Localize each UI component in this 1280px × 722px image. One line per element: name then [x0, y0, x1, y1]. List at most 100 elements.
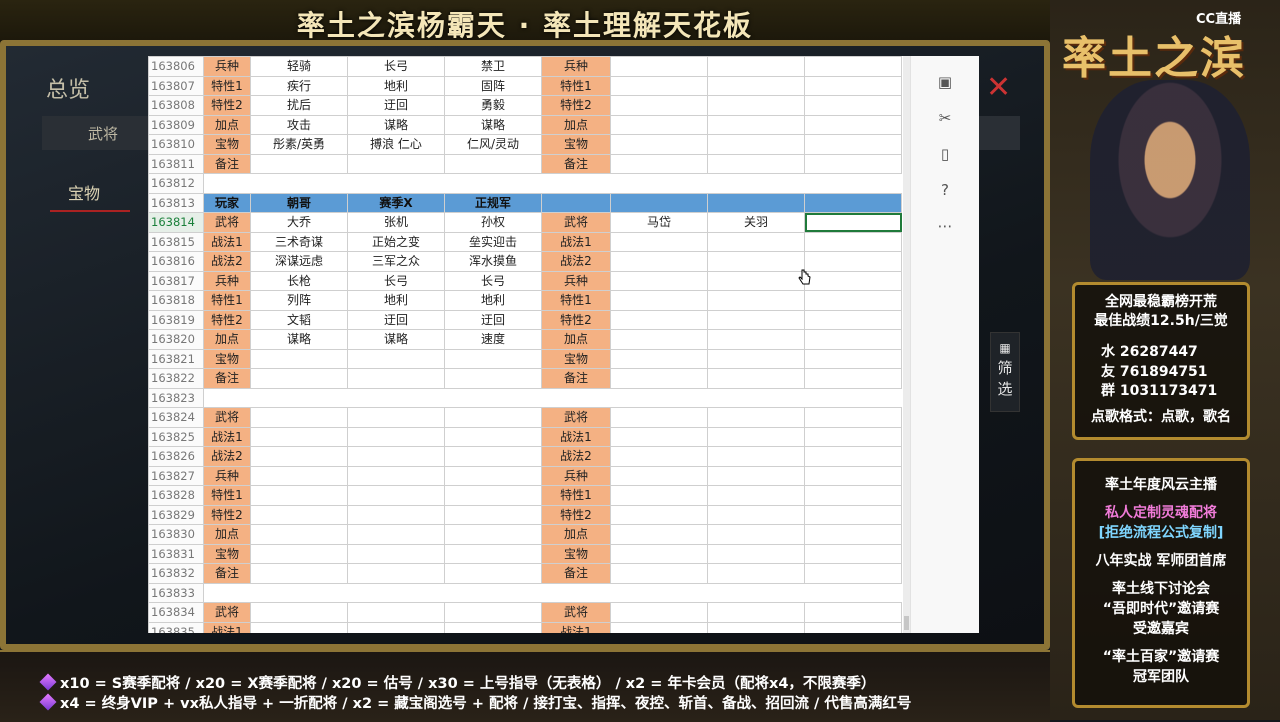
table-cell[interactable]: [707, 387, 805, 408]
table-cell[interactable]: [610, 56, 708, 77]
table-cell[interactable]: 列阵: [250, 290, 348, 311]
spreadsheet[interactable]: 163806 兵种 轻骑 长弓 禁卫 兵种 163807 特性1 疾行 地利 固阵 特性1 163808…: [148, 56, 978, 633]
table-cell[interactable]: 武将: [203, 212, 251, 233]
scrollbar-thumb[interactable]: [904, 616, 909, 630]
filter-button[interactable]: ▦ 筛选: [990, 332, 1020, 412]
table-cell[interactable]: [444, 543, 542, 564]
table-cell[interactable]: [707, 153, 805, 174]
row-number[interactable]: 163818: [148, 290, 204, 311]
table-cell[interactable]: 武将: [541, 212, 611, 233]
table-cell[interactable]: [444, 387, 542, 408]
table-cell[interactable]: 玩家: [203, 192, 251, 213]
table-cell[interactable]: 兵种: [203, 270, 251, 291]
table-cell[interactable]: 勇毅: [444, 95, 542, 116]
table-cell[interactable]: [347, 426, 445, 447]
table-cell[interactable]: 宝物: [541, 543, 611, 564]
table-cell[interactable]: 宝物: [203, 543, 251, 564]
table-cell[interactable]: [541, 582, 611, 603]
table-cell[interactable]: 搏浪 仁心: [347, 134, 445, 155]
row-number[interactable]: 163833: [148, 582, 204, 603]
table-cell[interactable]: 战法1: [203, 426, 251, 447]
table-cell[interactable]: [444, 426, 542, 447]
table-cell[interactable]: [347, 348, 445, 369]
row-number[interactable]: 163814: [148, 212, 204, 233]
table-cell[interactable]: [707, 348, 805, 369]
table-cell[interactable]: 地利: [347, 290, 445, 311]
vertical-scrollbar[interactable]: [903, 56, 910, 633]
tools-icon[interactable]: ✂: [911, 100, 979, 136]
table-cell[interactable]: 马岱: [610, 212, 708, 233]
table-cell[interactable]: 备注: [203, 153, 251, 174]
table-cell[interactable]: [610, 134, 708, 155]
table-cell[interactable]: 战法1: [541, 621, 611, 633]
table-cell[interactable]: [250, 465, 348, 486]
table-cell[interactable]: [610, 387, 708, 408]
table-cell[interactable]: [250, 368, 348, 389]
table-cell[interactable]: 彤素/英勇: [250, 134, 348, 155]
row-number[interactable]: 163806: [148, 56, 204, 77]
table-cell[interactable]: [203, 173, 251, 194]
table-cell[interactable]: 备注: [203, 368, 251, 389]
table-cell[interactable]: 朝哥: [250, 192, 348, 213]
table-cell[interactable]: [347, 504, 445, 525]
tab-generals[interactable]: 武将: [42, 116, 152, 150]
table-cell[interactable]: [444, 485, 542, 506]
row-number[interactable]: 163834: [148, 602, 204, 623]
table-cell[interactable]: [250, 426, 348, 447]
table-cell[interactable]: 武将: [541, 602, 611, 623]
table-cell[interactable]: [444, 563, 542, 584]
table-cell[interactable]: 加点: [541, 524, 611, 545]
table-cell[interactable]: [707, 270, 805, 291]
row-number[interactable]: 163830: [148, 524, 204, 545]
table-cell[interactable]: [610, 153, 708, 174]
table-cell[interactable]: 兵种: [541, 56, 611, 77]
table-cell[interactable]: 备注: [541, 153, 611, 174]
table-cell[interactable]: 战法2: [541, 446, 611, 467]
table-cell[interactable]: 攻击: [250, 114, 348, 135]
table-cell[interactable]: [707, 114, 805, 135]
row-number[interactable]: 163813: [148, 192, 204, 213]
more-icon[interactable]: ⋯: [911, 208, 979, 244]
row-number[interactable]: 163808: [148, 95, 204, 116]
table-cell[interactable]: [804, 368, 902, 389]
table-cell[interactable]: [707, 290, 805, 311]
table-cell[interactable]: [804, 75, 902, 96]
table-cell[interactable]: [347, 621, 445, 633]
table-cell[interactable]: [610, 465, 708, 486]
table-cell[interactable]: [347, 153, 445, 174]
table-cell[interactable]: [804, 387, 902, 408]
table-cell[interactable]: 固阵: [444, 75, 542, 96]
table-cell[interactable]: 扰后: [250, 95, 348, 116]
table-cell[interactable]: 地利: [347, 75, 445, 96]
table-cell[interactable]: 特性1: [541, 75, 611, 96]
table-cell[interactable]: [707, 543, 805, 564]
table-cell[interactable]: [541, 387, 611, 408]
table-cell[interactable]: [610, 270, 708, 291]
table-cell[interactable]: 大乔: [250, 212, 348, 233]
table-cell[interactable]: 长枪: [250, 270, 348, 291]
table-cell[interactable]: [804, 602, 902, 623]
table-cell[interactable]: [347, 485, 445, 506]
table-cell[interactable]: 长弓: [347, 270, 445, 291]
table-cell[interactable]: [707, 407, 805, 428]
table-cell[interactable]: [444, 348, 542, 369]
close-icon[interactable]: ✕: [986, 70, 1011, 105]
table-cell[interactable]: [804, 251, 902, 272]
table-cell[interactable]: [541, 192, 611, 213]
table-cell[interactable]: 兵种: [203, 56, 251, 77]
table-cell[interactable]: [250, 524, 348, 545]
table-cell[interactable]: [804, 485, 902, 506]
table-cell[interactable]: [804, 329, 902, 350]
table-cell[interactable]: 特性1: [541, 290, 611, 311]
table-cell[interactable]: 加点: [203, 329, 251, 350]
row-number[interactable]: 163812: [148, 173, 204, 194]
table-cell[interactable]: [610, 75, 708, 96]
row-number[interactable]: 163819: [148, 309, 204, 330]
table-cell[interactable]: [347, 543, 445, 564]
table-cell[interactable]: [444, 446, 542, 467]
table-cell[interactable]: 兵种: [541, 465, 611, 486]
table-cell[interactable]: 特性2: [541, 309, 611, 330]
table-cell[interactable]: [610, 524, 708, 545]
table-cell[interactable]: 备注: [203, 563, 251, 584]
table-cell[interactable]: [804, 231, 902, 252]
